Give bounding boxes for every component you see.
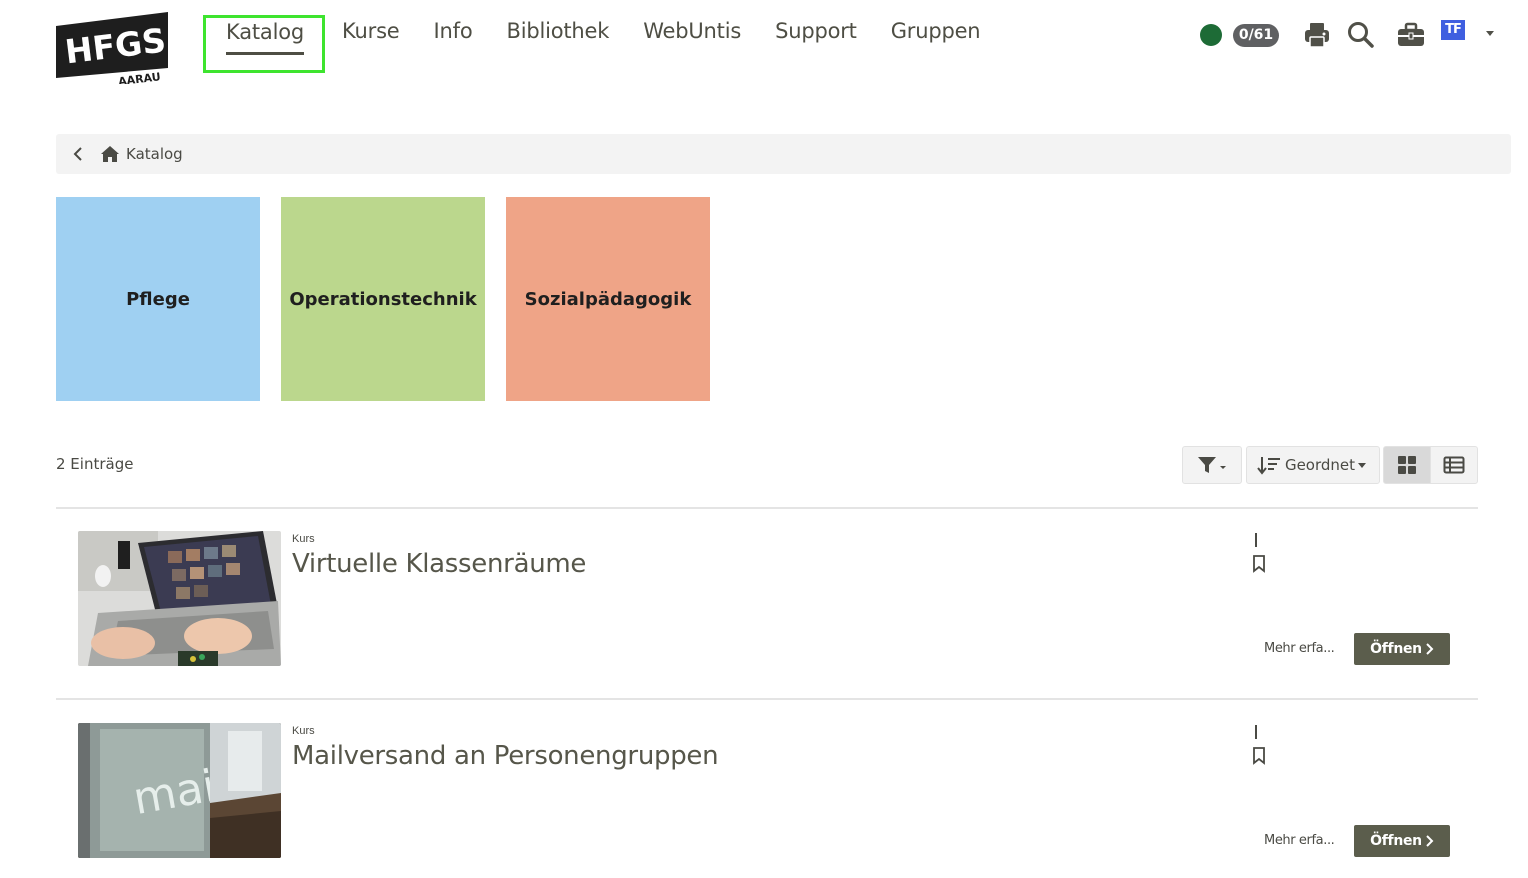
online-status-dot[interactable] [1200, 24, 1222, 46]
list-icon [1443, 456, 1465, 474]
print-icon[interactable] [1302, 20, 1332, 50]
sort-button[interactable]: Geordnet [1246, 446, 1380, 484]
entry-title[interactable]: Mailversand an Personengruppen [292, 741, 719, 771]
nav-webuntis[interactable]: WebUntis [626, 15, 758, 73]
bookmark-icon[interactable] [1252, 747, 1266, 765]
list-item-mailversand: mail Kurs Mailversand an Personengruppen… [56, 723, 1478, 863]
divider [56, 698, 1478, 700]
entry-type: Kurs [292, 725, 315, 737]
tile-label: Operationstechnik [289, 288, 477, 310]
nav-bibliothek[interactable]: Bibliothek [489, 15, 626, 73]
separator [1255, 533, 1257, 547]
sort-icon [1257, 457, 1280, 475]
sort-label: Geordnet [1284, 456, 1356, 474]
course-thumbnail[interactable] [78, 531, 281, 666]
entry-type: Kurs [292, 533, 315, 545]
filter-button[interactable] [1182, 446, 1242, 484]
nav-kurse[interactable]: Kurse [325, 15, 417, 73]
more-info-link[interactable]: Mehr erfa... [1264, 833, 1335, 848]
open-button[interactable]: Öffnen [1354, 825, 1450, 857]
grid-icon [1398, 456, 1416, 474]
chevron-down-icon[interactable] [1483, 26, 1497, 40]
course-thumbnail[interactable]: mail [78, 723, 281, 858]
tile-label: Pflege [126, 288, 190, 310]
divider [56, 507, 1478, 509]
entry-count: 2 Einträge [56, 455, 134, 473]
hfgs-logo[interactable]: HFGS AARAU [56, 12, 170, 84]
tile-label: Sozialpädagogik [524, 288, 692, 310]
more-info-link[interactable]: Mehr erfa... [1264, 641, 1335, 656]
nav-info[interactable]: Info [417, 15, 490, 73]
nav-katalog[interactable]: Katalog [203, 15, 325, 73]
entry-title[interactable]: Virtuelle Klassenräume [292, 549, 586, 579]
category-tile-pflege[interactable]: Pflege [56, 197, 260, 401]
back-button[interactable] [56, 134, 100, 174]
grid-view-button[interactable] [1383, 446, 1431, 484]
nav-support[interactable]: Support [758, 15, 874, 73]
user-avatar[interactable]: TF [1441, 20, 1465, 40]
filter-icon [1198, 457, 1226, 473]
open-button-label: Öffnen [1370, 641, 1422, 657]
category-tile-sozialpaedagogik[interactable]: Sozialpädagogik [506, 197, 710, 401]
list-item-virtuelle-klassenraeume: Kurs Virtuelle Klassenräume Mehr erfa...… [56, 531, 1478, 671]
breadcrumb-current[interactable]: Katalog [126, 145, 183, 163]
logo-subtext: AARAU [118, 70, 162, 84]
home-icon[interactable] [100, 145, 120, 163]
separator [1255, 725, 1257, 739]
open-button[interactable]: Öffnen [1354, 633, 1450, 665]
main-nav: Katalog Kurse Info Bibliothek WebUntis S… [203, 15, 997, 73]
category-tile-operationstechnik[interactable]: Operationstechnik [281, 197, 485, 401]
chevron-right-icon [1426, 643, 1434, 655]
caret-down-icon [1358, 463, 1367, 468]
chevron-right-icon [1426, 835, 1434, 847]
briefcase-icon[interactable] [1396, 20, 1426, 50]
progress-badge[interactable]: 0/61 [1233, 24, 1279, 47]
list-view-button[interactable] [1430, 446, 1478, 484]
category-tiles: Pflege Operationstechnik Sozialpädagogik [56, 197, 731, 401]
chevron-left-icon [73, 147, 82, 161]
breadcrumb: Katalog [56, 134, 1511, 174]
open-button-label: Öffnen [1370, 833, 1422, 849]
search-icon[interactable] [1346, 20, 1376, 50]
nav-gruppen[interactable]: Gruppen [874, 15, 998, 73]
bookmark-icon[interactable] [1252, 555, 1266, 573]
